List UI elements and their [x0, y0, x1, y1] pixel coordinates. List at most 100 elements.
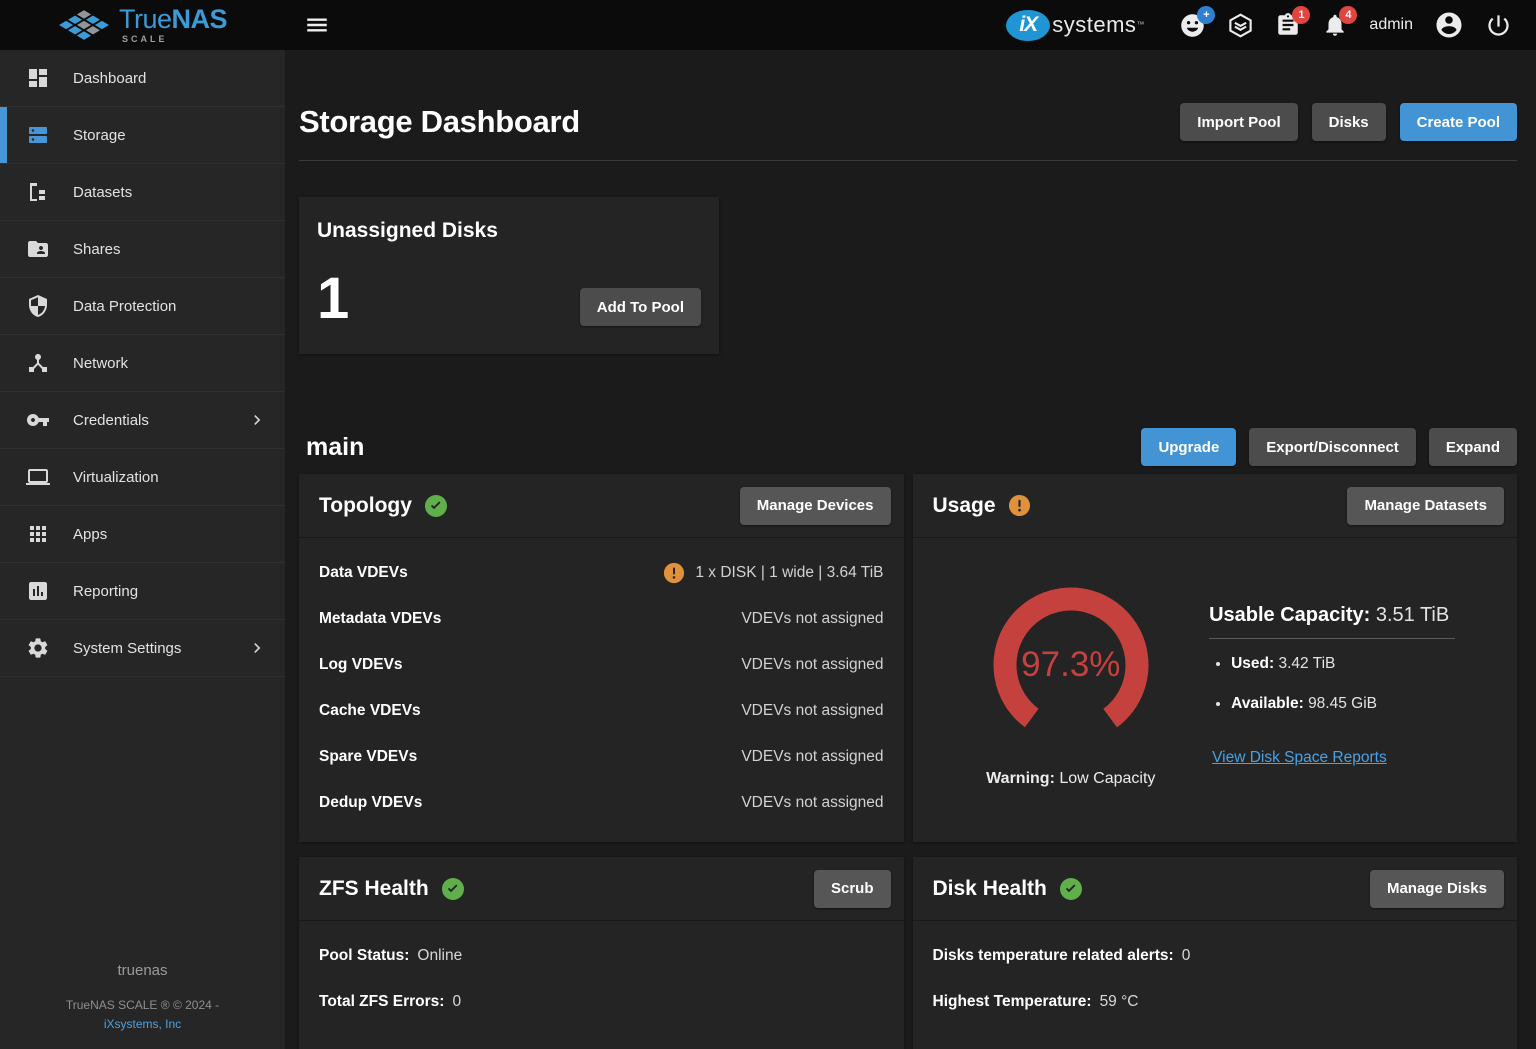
topology-card: Topology Manage Devices Data VDEVs 1 x D…: [299, 474, 904, 842]
pool-name: main: [306, 433, 364, 462]
zfs-health-title: ZFS Health: [319, 877, 429, 901]
network-hub-icon: [26, 351, 50, 375]
check-circle-icon: [424, 494, 448, 518]
warning-circle-icon: [663, 562, 685, 584]
shield-icon: [26, 294, 50, 318]
page-actions: Import Pool Disks Create Pool: [1180, 103, 1517, 141]
vdev-row-dedup: Dedup VDEVs VDEVs not assigned: [319, 780, 884, 826]
datasets-icon: [26, 180, 50, 204]
vdev-row-log: Log VDEVs VDEVs not assigned: [319, 642, 884, 688]
alerts-badge: 4: [1339, 6, 1357, 24]
shared-folder-icon: [26, 237, 50, 261]
main-content: Storage Dashboard Import Pool Disks Crea…: [285, 50, 1536, 1049]
storage-icon: [26, 123, 50, 147]
truenas-brand[interactable]: TrueNAS SCALE: [0, 6, 285, 44]
chevron-right-icon: [247, 410, 267, 430]
sidebar-item-dashboard[interactable]: Dashboard: [0, 50, 285, 107]
unassigned-disks-count: 1: [317, 271, 349, 326]
disk-health-title: Disk Health: [933, 877, 1047, 901]
account-circle-icon: [1434, 10, 1464, 40]
add-to-pool-button[interactable]: Add To Pool: [580, 288, 701, 326]
truenas-logo-icon: [58, 7, 110, 43]
used-row: Used: 3.42 TiB: [1231, 655, 1497, 673]
sidebar-copyright: TrueNAS SCALE ® © 2024 -: [0, 996, 285, 1015]
disks-button[interactable]: Disks: [1312, 103, 1386, 141]
expand-button[interactable]: Expand: [1429, 428, 1517, 466]
usage-gauge: 97.3%: [982, 576, 1160, 754]
sidebar-item-reporting[interactable]: Reporting: [0, 563, 285, 620]
feedback-badge: +: [1197, 6, 1215, 24]
account-button[interactable]: [1434, 10, 1464, 40]
sidebar-item-data-protection[interactable]: Data Protection: [0, 278, 285, 335]
key-icon: [26, 408, 50, 432]
sidebar-item-system-settings[interactable]: System Settings: [0, 620, 285, 677]
upgrade-button[interactable]: Upgrade: [1141, 428, 1236, 466]
vdev-row-metadata: Metadata VDEVs VDEVs not assigned: [319, 596, 884, 642]
sidebar-item-virtualization[interactable]: Virtualization: [0, 449, 285, 506]
pool-header: main Upgrade Export/Disconnect Expand: [299, 428, 1517, 466]
usage-card: Usage Manage Datasets 97.3% Warning:: [913, 474, 1518, 842]
feedback-button[interactable]: +: [1179, 12, 1206, 39]
topbar: TrueNAS SCALE iX systems ™ +: [0, 0, 1536, 50]
topbar-actions: iX systems ™ + 1 4 admin: [1006, 10, 1536, 41]
vdev-row-cache: Cache VDEVs VDEVs not assigned: [319, 688, 884, 734]
gear-icon: [26, 636, 50, 660]
pool-cards-grid: Topology Manage Devices Data VDEVs 1 x D…: [299, 474, 1517, 1049]
page-title: Storage Dashboard: [299, 104, 580, 140]
laptop-icon: [26, 465, 50, 489]
alerts-button[interactable]: 4: [1322, 12, 1348, 38]
warning-circle-icon: [1008, 494, 1031, 517]
check-circle-icon: [1059, 877, 1083, 901]
truecommand-button[interactable]: [1227, 12, 1254, 39]
usable-capacity: Usable Capacity: 3.51 TiB: [1209, 604, 1455, 639]
pool-status-row: Pool Status: Online: [319, 933, 884, 979]
gauge-percent: 97.3%: [982, 576, 1160, 754]
zfs-health-card: ZFS Health Scrub Pool Status: Online Tot…: [299, 857, 904, 1049]
vdev-row-data: Data VDEVs 1 x DISK | 1 wide | 3.64 TiB: [319, 550, 884, 596]
jobs-badge: 1: [1292, 6, 1310, 24]
unassigned-disks-card: Unassigned Disks 1 Add To Pool: [299, 197, 719, 354]
power-icon: [1485, 12, 1512, 39]
scrub-button[interactable]: Scrub: [814, 870, 891, 908]
pool-actions: Upgrade Export/Disconnect Expand: [1141, 428, 1517, 466]
available-row: Available: 98.45 GiB: [1231, 695, 1497, 713]
create-pool-button[interactable]: Create Pool: [1400, 103, 1517, 141]
disk-health-card: Disk Health Manage Disks Disks temperatu…: [913, 857, 1518, 1049]
sidebar-item-credentials[interactable]: Credentials: [0, 392, 285, 449]
apps-grid-icon: [26, 522, 50, 546]
highest-temp-row: Highest Temperature: 59 °C: [933, 979, 1498, 1025]
vdev-row-spare: Spare VDEVs VDEVs not assigned: [319, 734, 884, 780]
temp-alerts-row: Disks temperature related alerts: 0: [933, 933, 1498, 979]
topology-title: Topology: [319, 494, 412, 518]
manage-datasets-button[interactable]: Manage Datasets: [1347, 487, 1504, 525]
ixsystems-logo: iX systems ™: [1006, 10, 1144, 41]
sidebar-hostname: truenas: [0, 962, 285, 979]
sidebar-company-link[interactable]: iXsystems, Inc: [104, 1017, 181, 1031]
zfs-errors-row: Total ZFS Errors: 0: [319, 979, 884, 1025]
sidebar-item-network[interactable]: Network: [0, 335, 285, 392]
dashboard-icon: [26, 66, 50, 90]
bar-chart-icon: [26, 579, 50, 603]
manage-disks-button[interactable]: Manage Disks: [1370, 870, 1504, 908]
sidebar-item-storage[interactable]: Storage: [0, 107, 285, 164]
sidebar-footer: truenas TrueNAS SCALE ® © 2024 - iXsyste…: [0, 962, 285, 1049]
page-header: Storage Dashboard Import Pool Disks Crea…: [299, 50, 1517, 161]
usage-title: Usage: [933, 494, 996, 518]
unassigned-disks-title: Unassigned Disks: [317, 219, 701, 243]
brand-scale-label: SCALE: [119, 35, 227, 44]
import-pool-button[interactable]: Import Pool: [1180, 103, 1297, 141]
ix-logo-mark: iX: [1006, 10, 1050, 41]
manage-devices-button[interactable]: Manage Devices: [740, 487, 891, 525]
sidebar-item-shares[interactable]: Shares: [0, 221, 285, 278]
username[interactable]: admin: [1369, 16, 1413, 34]
menu-icon: [304, 12, 330, 38]
sidebar-item-datasets[interactable]: Datasets: [0, 164, 285, 221]
sidebar-item-apps[interactable]: Apps: [0, 506, 285, 563]
jobs-button[interactable]: 1: [1275, 12, 1301, 38]
chevron-right-icon: [247, 638, 267, 658]
truecommand-icon: [1227, 12, 1254, 39]
power-button[interactable]: [1485, 12, 1512, 39]
export-disconnect-button[interactable]: Export/Disconnect: [1249, 428, 1416, 466]
hamburger-button[interactable]: [304, 12, 330, 38]
view-disk-space-reports-link[interactable]: View Disk Space Reports: [1212, 749, 1387, 767]
